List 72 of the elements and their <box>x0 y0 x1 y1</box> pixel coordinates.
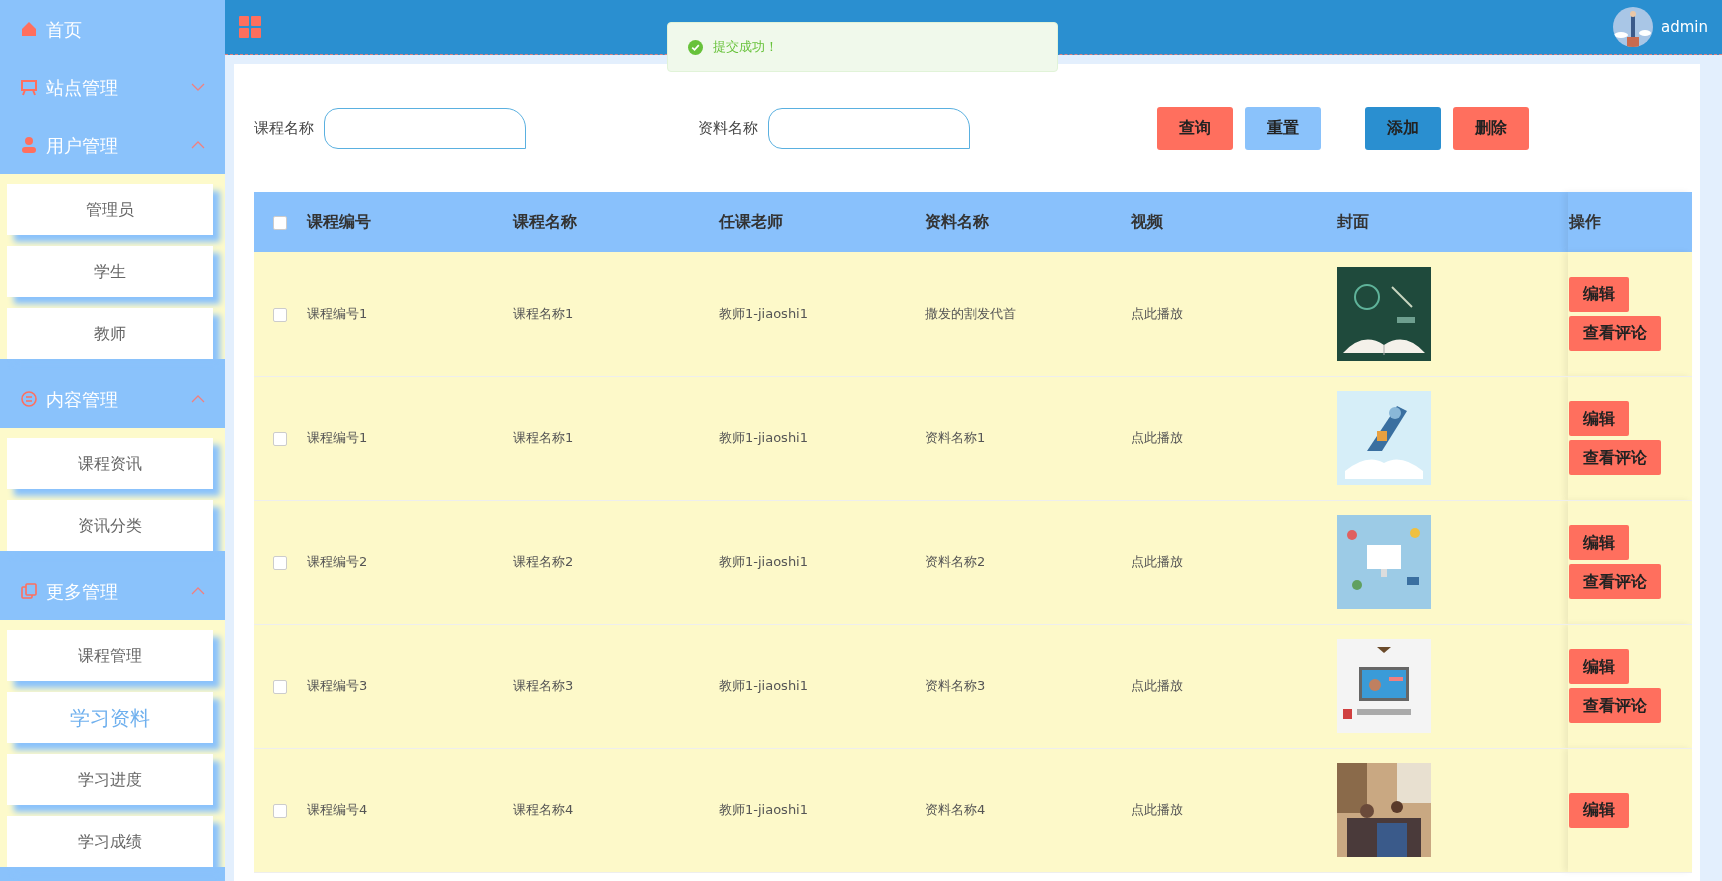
checkbox[interactable] <box>273 215 287 230</box>
submenu-item[interactable]: 资讯分类 <box>7 500 213 551</box>
cell-text: 撒发的割发代首 <box>925 306 1016 321</box>
field-label: 资料名称 <box>698 117 758 139</box>
submenu-item[interactable]: 教师 <box>7 308 213 359</box>
submenu-item[interactable]: 学生 <box>7 246 213 297</box>
checkbox[interactable] <box>273 679 287 694</box>
column-header: 课程编号 <box>307 212 371 231</box>
submenu-item[interactable]: 学习成绩 <box>7 816 213 867</box>
action-button[interactable]: 重置 <box>1245 106 1321 150</box>
cell-text: 资料名称1 <box>925 430 986 446</box>
checkbox[interactable] <box>273 307 287 322</box>
cell-text: 教师1-jiaoshi1 <box>719 802 808 818</box>
cell-text: 课程名称1 <box>513 430 574 446</box>
action-button[interactable]: 编辑 <box>1569 401 1629 436</box>
cell-text: 课程名称1 <box>513 306 574 321</box>
checkbox[interactable] <box>273 555 287 570</box>
column-header: 任课老师 <box>719 212 783 231</box>
play-link[interactable]: 点此播放 <box>1131 554 1183 570</box>
column-header: 视频 <box>1131 212 1163 231</box>
action-button[interactable]: 编辑 <box>1569 649 1629 684</box>
user-name[interactable]: admin <box>1661 15 1708 39</box>
submenu-item[interactable]: 课程资讯 <box>7 438 213 489</box>
action-button[interactable]: 添加 <box>1365 106 1441 150</box>
play-link[interactable]: 点此播放 <box>1131 306 1183 321</box>
home-icon <box>20 20 38 38</box>
column-header: 封面 <box>1337 212 1369 231</box>
action-button[interactable]: 查看评论 <box>1569 688 1661 723</box>
submenu-item[interactable]: 管理员 <box>7 184 213 235</box>
cell-text: 课程编号1 <box>307 306 368 321</box>
cell-text: 课程名称4 <box>513 802 574 818</box>
chat-icon <box>20 390 38 408</box>
action-button[interactable]: 查看评论 <box>1569 564 1661 599</box>
cell-text: 资料名称3 <box>925 678 986 694</box>
cell-text: 课程名称3 <box>513 678 574 694</box>
cell-text: 课程编号2 <box>307 554 368 570</box>
field-label: 课程名称 <box>254 117 314 139</box>
action-button[interactable]: 编辑 <box>1569 525 1629 560</box>
cell-text: 资料名称2 <box>925 554 986 570</box>
action-button[interactable]: 删除 <box>1453 106 1529 150</box>
action-button[interactable]: 编辑 <box>1569 792 1629 828</box>
monitor-icon <box>20 78 38 96</box>
toast-message: 提交成功！ <box>713 38 778 57</box>
input-field[interactable] <box>768 107 970 149</box>
user-icon <box>20 136 38 154</box>
cell-text: 课程编号4 <box>307 802 368 818</box>
cell-text: 课程编号1 <box>307 430 368 446</box>
cell-text: 资料名称4 <box>925 802 986 818</box>
cell-text: 教师1-jiaoshi1 <box>719 306 808 321</box>
submenu-item[interactable]: 学习进度 <box>7 754 213 805</box>
submenu-item[interactable]: 课程管理 <box>7 630 213 681</box>
play-link[interactable]: 点此播放 <box>1131 802 1183 818</box>
check-circle-icon <box>688 39 703 55</box>
action-button[interactable]: 查看评论 <box>1569 440 1661 475</box>
cell-text: 课程编号3 <box>307 678 368 694</box>
action-button[interactable]: 查询 <box>1157 106 1233 150</box>
input-field[interactable] <box>324 107 526 149</box>
play-link[interactable]: 点此播放 <box>1131 430 1183 446</box>
cell-text: 课程名称2 <box>513 554 574 570</box>
cell-text: 教师1-jiaoshi1 <box>719 430 808 446</box>
grid-icon[interactable] <box>239 16 261 38</box>
cell-text: 教师1-jiaoshi1 <box>719 678 808 694</box>
play-link[interactable]: 点此播放 <box>1131 678 1183 694</box>
column-header: 课程名称 <box>513 212 577 231</box>
copy-icon <box>20 582 38 600</box>
column-header: 资料名称 <box>925 212 989 231</box>
action-button[interactable]: 编辑 <box>1569 276 1629 312</box>
column-header: 操作 <box>1569 212 1601 231</box>
checkbox[interactable] <box>273 803 287 818</box>
action-button[interactable]: 查看评论 <box>1569 315 1661 351</box>
checkbox[interactable] <box>273 431 287 446</box>
cell-text: 教师1-jiaoshi1 <box>719 554 808 570</box>
